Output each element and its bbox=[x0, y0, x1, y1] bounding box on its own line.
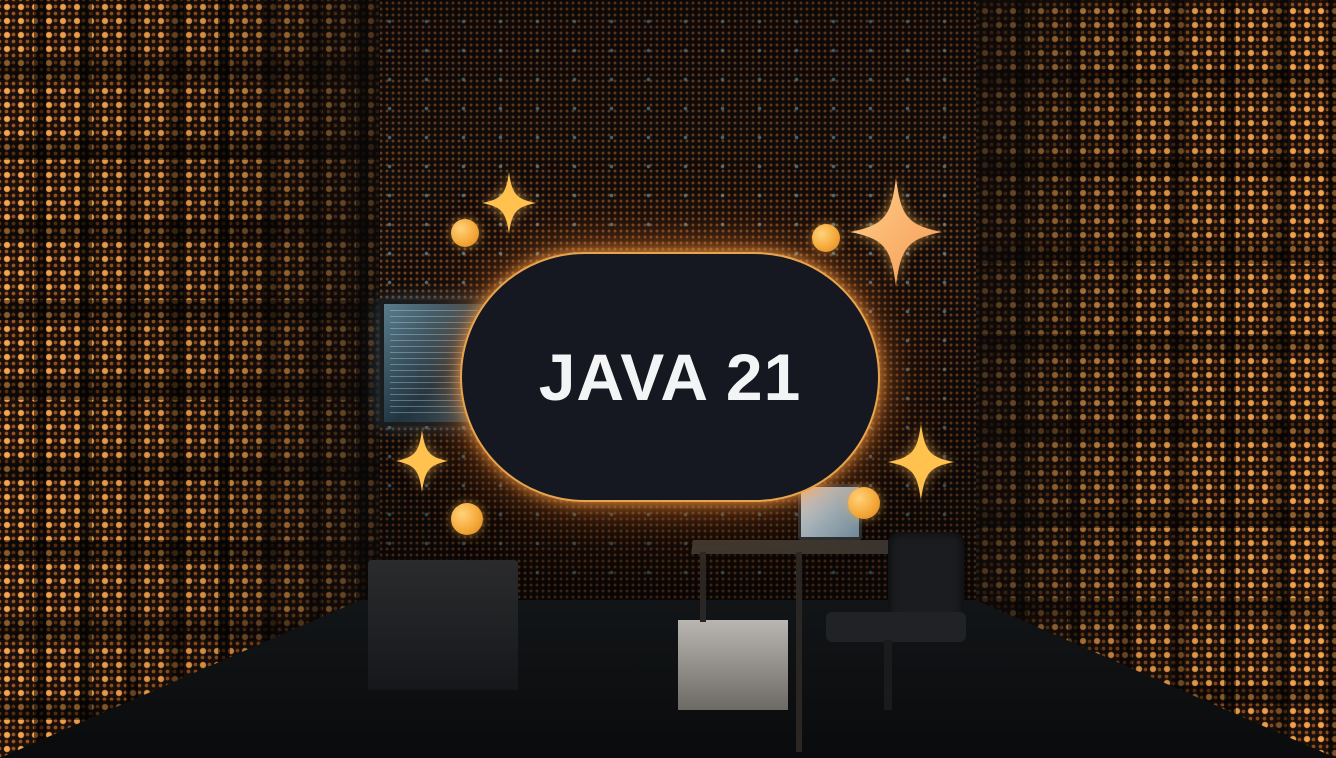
hero-scene: JAVA 21 bbox=[0, 0, 1336, 758]
badge-title: JAVA 21 bbox=[538, 340, 802, 414]
orb-icon bbox=[451, 219, 479, 247]
storage-box bbox=[678, 620, 788, 710]
desk-leg bbox=[796, 552, 802, 752]
orb-icon bbox=[812, 224, 840, 252]
office-chair-seat bbox=[826, 612, 966, 642]
office-chair-post bbox=[884, 640, 892, 710]
sparkle-icon bbox=[850, 178, 942, 286]
desk-leg bbox=[700, 552, 706, 622]
sparkle-icon bbox=[396, 430, 448, 492]
orb-icon bbox=[848, 487, 880, 519]
orb-icon bbox=[451, 503, 483, 535]
title-badge: JAVA 21 bbox=[460, 252, 880, 502]
sparkle-icon bbox=[482, 172, 536, 234]
sparkle-icon bbox=[888, 424, 954, 500]
counter bbox=[368, 560, 518, 690]
